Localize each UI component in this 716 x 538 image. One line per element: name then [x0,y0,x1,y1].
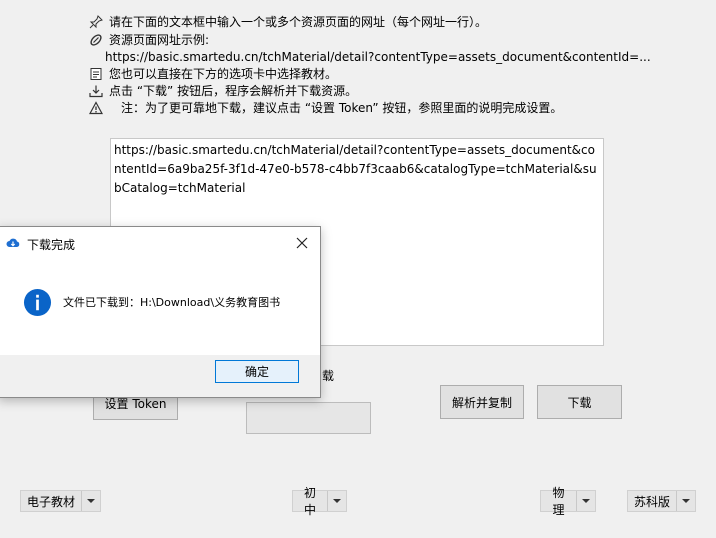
example-url: https://basic.smartedu.cn/tchMaterial/de… [105,50,651,64]
warning-icon [89,101,103,115]
instruction-line-5: 点击 “下载” 按钮后，程序会解析并下载资源。 [109,84,358,98]
instruction-line-1: 请在下面的文本框中输入一个或多个资源页面的网址（每个网址一行）。 [109,15,488,29]
dialog-titlebar: 下载完成 [0,227,320,259]
category-select[interactable]: 电子教材 [20,490,101,512]
download-complete-dialog: 下载完成 文件已下载到：H:\Download\义务教育图书 确定 [0,226,321,398]
cloud-download-icon [6,236,20,250]
info-icon [23,288,52,317]
chevron-down-icon [576,491,595,511]
chevron-down-icon [327,491,346,511]
level-select-value: 初中 [303,486,316,517]
close-icon[interactable] [292,233,312,253]
download-button[interactable]: 下载 [537,385,622,419]
download-tray-icon [89,84,103,98]
dialog-message: 文件已下载到：H:\Download\义务教育图书 [63,296,281,309]
category-select-value: 电子教材 [27,494,76,509]
link-icon [89,33,103,47]
chevron-down-icon [81,491,100,511]
partial-label: 载 [322,369,335,383]
dialog-title: 下载完成 [27,238,76,252]
pin-icon [89,15,103,29]
instruction-line-6: 注：为了更可靠地下载，建议点击 “设置 Token” 按钮，参照里面的说明完成设… [121,101,563,115]
notepad-icon [89,67,103,81]
chevron-down-icon [676,491,695,511]
subject-select[interactable]: 物理 [540,486,596,517]
edition-select[interactable]: 苏科版 [627,490,696,512]
level-select[interactable]: 初中 [292,486,347,517]
parse-copy-button[interactable]: 解析并复制 [440,385,524,419]
subject-select-value: 物理 [552,486,565,517]
progress-box [246,402,371,434]
instruction-line-4: 您也可以直接在下方的选项卡中选择教材。 [109,67,338,81]
instruction-line-2: 资源页面网址示例: [109,33,210,47]
edition-select-value: 苏科版 [634,494,671,509]
ok-button[interactable]: 确定 [215,360,299,383]
